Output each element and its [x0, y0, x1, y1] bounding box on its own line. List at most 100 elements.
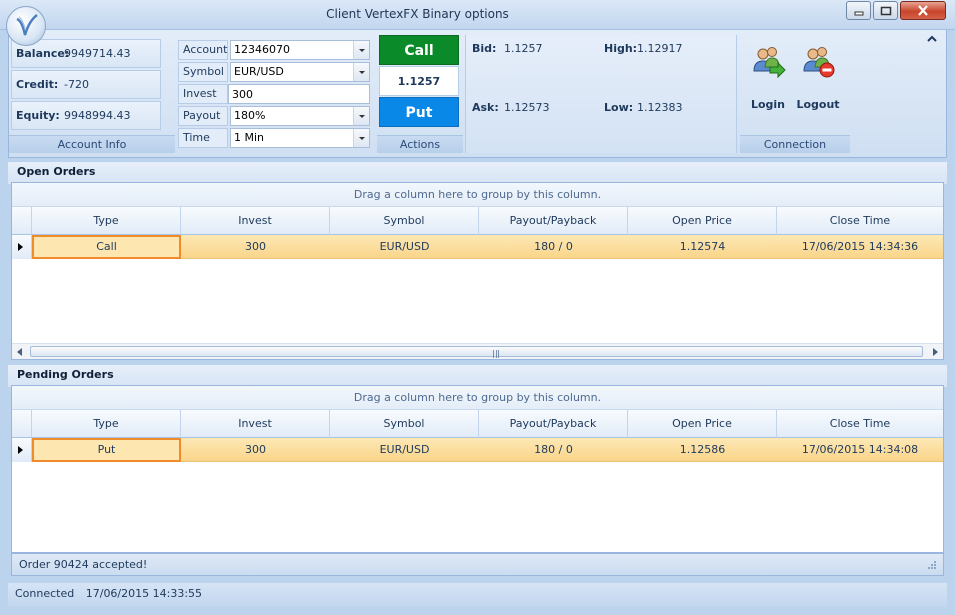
account-info-group: Balance: 9949714.43 Credit: -720 Equity:…: [9, 35, 175, 153]
order-form-group: Account 12346070 Symbol EUR/USD Invest P…: [176, 35, 374, 153]
open-orders-header: Open Orders: [8, 162, 947, 184]
cell-payout[interactable]: 180 / 0: [479, 438, 628, 462]
quotes-group: Bid: 1.1257 High: 1.12917 Ask: 1.12573 L…: [465, 35, 737, 153]
bid-label: Bid:: [472, 42, 497, 55]
column-header-invest[interactable]: Invest: [181, 207, 330, 235]
minimize-button[interactable]: [846, 1, 871, 20]
row-indicator[interactable]: [12, 235, 32, 259]
scroll-right-icon[interactable]: [933, 348, 938, 356]
column-header-close-time[interactable]: Close Time: [777, 207, 943, 235]
chevron-down-icon[interactable]: [353, 41, 369, 59]
current-row-arrow-icon: [18, 243, 23, 251]
scroll-left-icon[interactable]: [17, 348, 22, 356]
cell-open-price[interactable]: 1.12586: [628, 438, 777, 462]
logout-button[interactable]: Logout: [795, 45, 841, 115]
invest-field: Invest: [178, 84, 370, 104]
balance-value: 9949714.43: [64, 47, 131, 60]
invest-input-box: [228, 84, 370, 104]
scrollbar-thumb[interactable]: [30, 346, 923, 358]
logout-label: Logout: [796, 98, 840, 111]
grip-icon: [493, 350, 499, 358]
resize-grip-icon[interactable]: [927, 560, 937, 570]
column-header-type[interactable]: Type: [32, 410, 181, 438]
ask-value: 1.12573: [504, 101, 550, 114]
column-header-type[interactable]: Type: [32, 207, 181, 235]
ask-label: Ask:: [472, 101, 499, 114]
column-header-open-price[interactable]: Open Price: [628, 410, 777, 438]
symbol-field: Symbol EUR/USD: [178, 62, 370, 82]
column-header-symbol[interactable]: Symbol: [330, 207, 479, 235]
open-orders-grid: Drag a column here to group by this colu…: [11, 182, 944, 360]
time-field-label: Time: [178, 128, 228, 148]
ribbon: Balance: 9949714.43 Credit: -720 Equity:…: [8, 30, 947, 158]
pending-orders-group-area[interactable]: Drag a column here to group by this colu…: [12, 386, 943, 410]
vertexfx-logo-icon: [16, 14, 38, 36]
payout-select[interactable]: 180%: [230, 106, 370, 126]
connection-status-text: Connected: [15, 587, 75, 600]
time-field: Time 1 Min: [178, 128, 370, 148]
status-message: Order 90424 accepted!: [19, 558, 148, 571]
app-logo[interactable]: [6, 6, 46, 46]
chevron-down-icon[interactable]: [353, 63, 369, 81]
bid-value: 1.1257: [504, 42, 543, 55]
maximize-icon: [880, 6, 891, 15]
cell-payout[interactable]: 180 / 0: [479, 235, 628, 259]
equity-label: Equity:: [16, 109, 60, 122]
low-value: 1.12383: [637, 101, 683, 114]
cell-symbol[interactable]: EUR/USD: [330, 235, 479, 259]
connection-caption: Connection: [740, 135, 850, 153]
maximize-button[interactable]: [873, 1, 898, 20]
minimize-icon: [854, 11, 863, 15]
time-select-value: 1 Min: [234, 131, 265, 144]
invest-field-label: Invest: [178, 84, 228, 104]
cell-close-time[interactable]: 17/06/2015 14:34:08: [777, 438, 943, 462]
cell-symbol[interactable]: EUR/USD: [330, 438, 479, 462]
column-header-payout[interactable]: Payout/Payback: [479, 207, 628, 235]
call-button[interactable]: Call: [379, 35, 459, 65]
column-header-open-price[interactable]: Open Price: [628, 207, 777, 235]
header-indicator: [12, 207, 32, 235]
cell-close-time[interactable]: 17/06/2015 14:34:36: [777, 235, 943, 259]
column-header-invest[interactable]: Invest: [181, 410, 330, 438]
account-info-caption: Account Info: [9, 135, 175, 153]
message-status-bar: Order 90424 accepted!: [11, 553, 944, 576]
column-header-symbol[interactable]: Symbol: [330, 410, 479, 438]
login-label: Login: [750, 98, 786, 111]
connection-group: Login Logout Connection: [740, 35, 850, 153]
pending-orders-header: Pending Orders: [8, 365, 947, 387]
cell-type[interactable]: Put: [32, 438, 181, 462]
credit-label: Credit:: [16, 78, 59, 91]
open-orders-group-area[interactable]: Drag a column here to group by this colu…: [12, 183, 943, 207]
time-select[interactable]: 1 Min: [230, 128, 370, 148]
symbol-select-value: EUR/USD: [234, 65, 284, 78]
table-row[interactable]: Put 300 EUR/USD 180 / 0 1.12586 17/06/20…: [32, 438, 943, 462]
pending-orders-grid: Drag a column here to group by this colu…: [11, 385, 944, 553]
table-row[interactable]: Call 300 EUR/USD 180 / 0 1.12574 17/06/2…: [32, 235, 943, 259]
put-button[interactable]: Put: [379, 97, 459, 127]
cell-open-price[interactable]: 1.12574: [628, 235, 777, 259]
cell-invest[interactable]: 300: [181, 235, 330, 259]
column-header-payout[interactable]: Payout/Payback: [479, 410, 628, 438]
account-select[interactable]: 12346070: [230, 40, 370, 60]
high-label: High:: [604, 42, 638, 55]
payout-select-value: 180%: [234, 109, 266, 122]
account-field: Account 12346070: [178, 40, 370, 60]
cell-invest[interactable]: 300: [181, 438, 330, 462]
login-users-icon: [753, 47, 786, 79]
credit-row: Credit: -720: [11, 70, 161, 99]
open-orders-horizontal-scrollbar[interactable]: [12, 343, 943, 359]
connection-status-time: 17/06/2015 14:33:55: [85, 587, 203, 600]
equity-row: Equity: 9948994.43: [11, 101, 161, 130]
row-indicator[interactable]: [12, 438, 32, 462]
invest-input[interactable]: [232, 85, 369, 103]
close-button[interactable]: [900, 1, 946, 20]
current-row-arrow-icon: [18, 446, 23, 454]
ribbon-collapse-icon[interactable]: [926, 34, 938, 44]
chevron-down-icon[interactable]: [353, 129, 369, 147]
symbol-select[interactable]: EUR/USD: [230, 62, 370, 82]
login-button[interactable]: Login: [745, 45, 791, 115]
column-header-close-time[interactable]: Close Time: [777, 410, 943, 438]
symbol-field-label: Symbol: [178, 62, 228, 82]
chevron-down-icon[interactable]: [353, 107, 369, 125]
cell-type[interactable]: Call: [32, 235, 181, 259]
